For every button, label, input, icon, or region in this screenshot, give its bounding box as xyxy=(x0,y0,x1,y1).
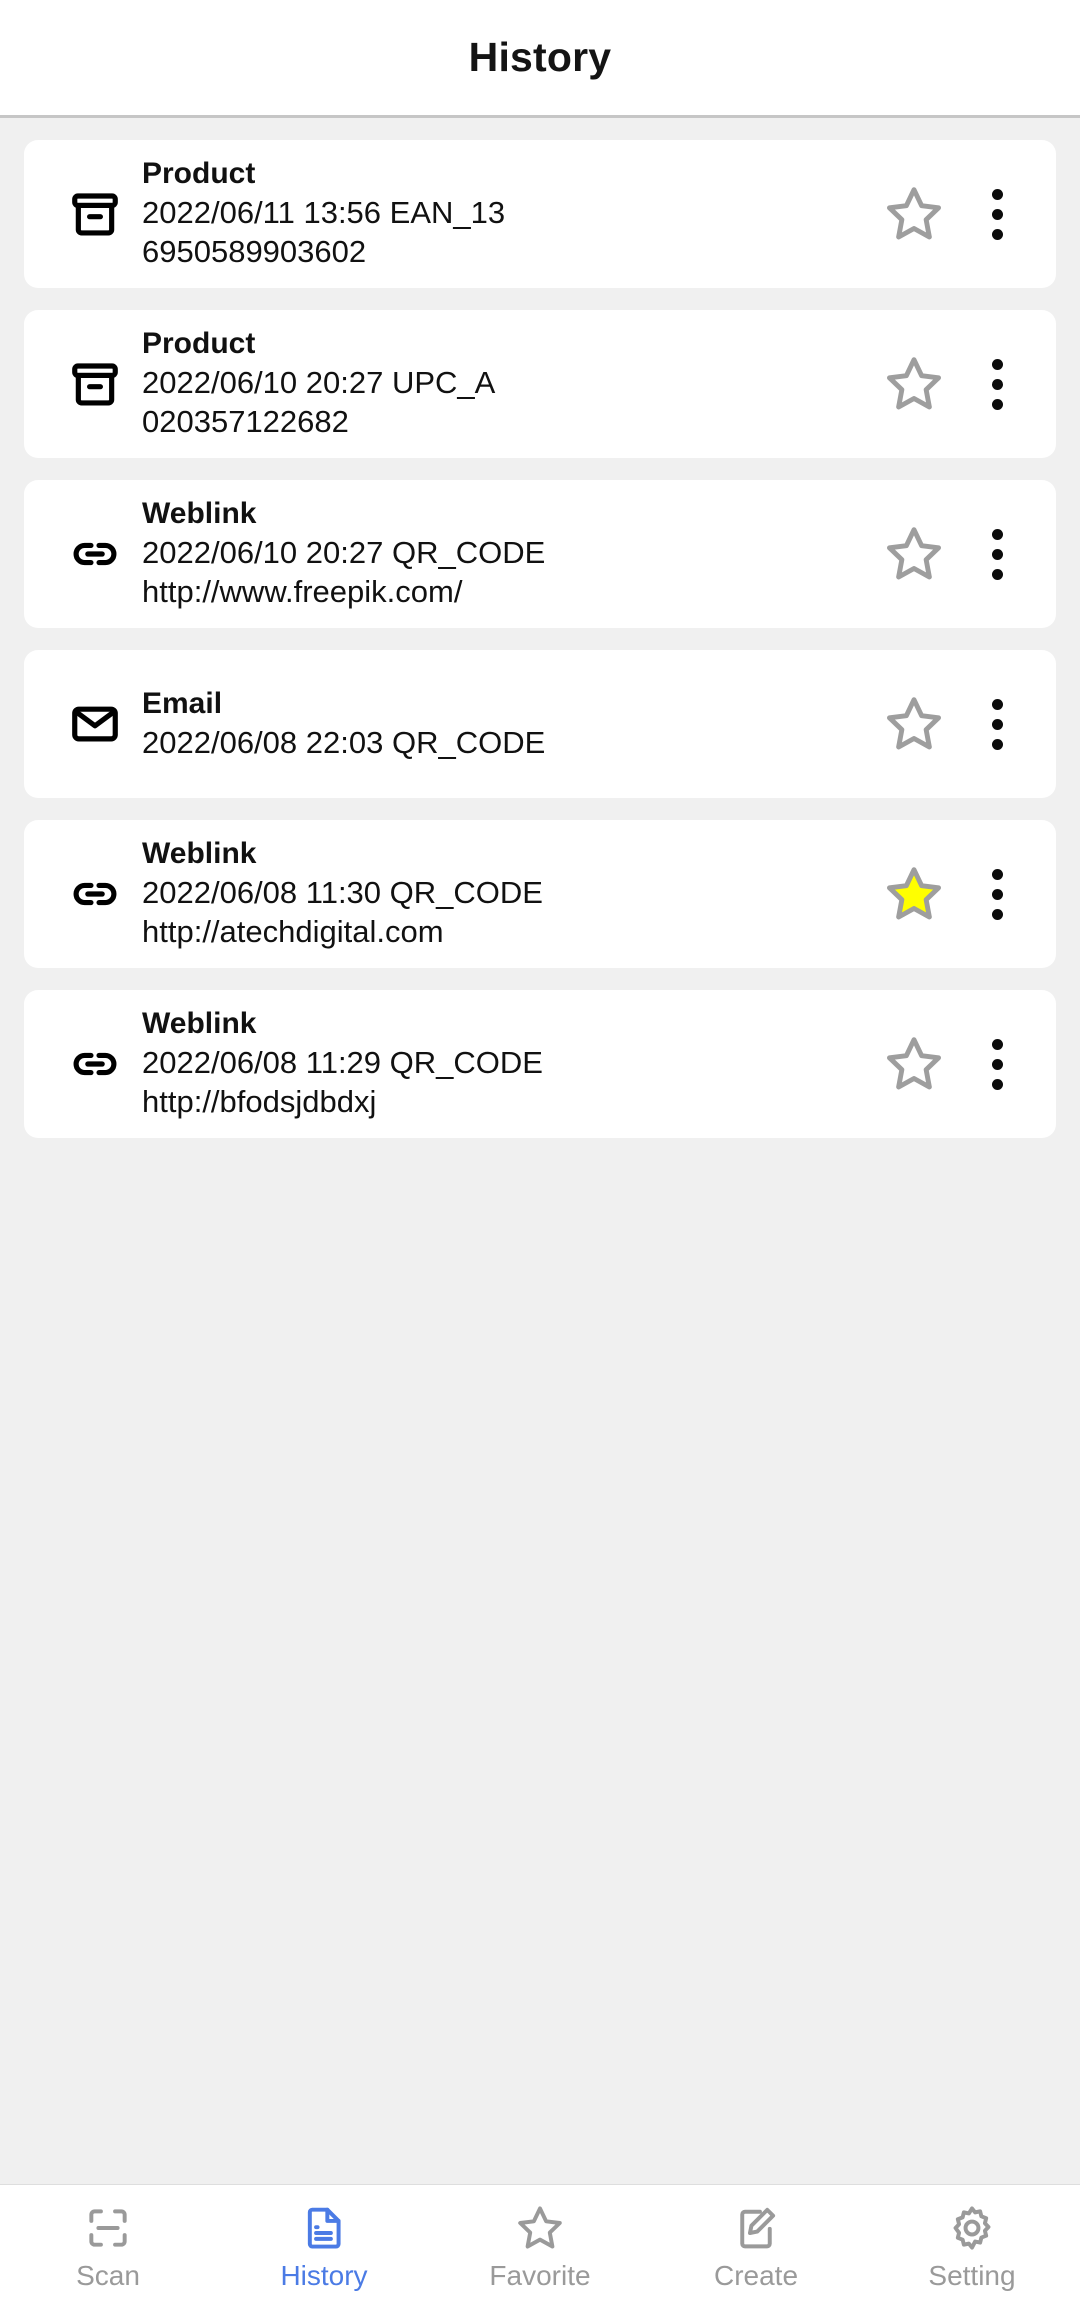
envelope-icon xyxy=(52,697,138,751)
star-outline-icon[interactable] xyxy=(866,353,962,415)
star-outline-icon[interactable] xyxy=(866,1033,962,1095)
more-vertical-icon[interactable] xyxy=(962,1038,1032,1090)
history-list: Product 2022/06/11 13:56 EAN_13 69505899… xyxy=(0,118,1080,2184)
more-vertical-icon[interactable] xyxy=(962,528,1032,580)
item-content: 020357122682 xyxy=(142,404,349,440)
nav-label: Setting xyxy=(928,2259,1016,2291)
document-icon xyxy=(299,2202,349,2254)
history-list-item[interactable]: Product 2022/06/10 20:27 UPC_A 020357122… xyxy=(24,310,1056,458)
history-list-item[interactable]: Email 2022/06/08 22:03 QR_CODE xyxy=(24,650,1056,798)
history-list-item[interactable]: Product 2022/06/11 13:56 EAN_13 69505899… xyxy=(24,140,1056,288)
item-type: Email xyxy=(142,686,223,720)
bottom-navigation: Scan History Favorite Create Setting xyxy=(0,2184,1080,2312)
history-list-item[interactable]: Weblink 2022/06/08 11:30 QR_CODE http://… xyxy=(24,820,1056,968)
item-meta: 2022/06/11 13:56 EAN_13 xyxy=(142,194,506,230)
item-meta: 2022/06/08 11:29 QR_CODE xyxy=(142,1044,543,1080)
star-outline-icon[interactable] xyxy=(866,693,962,755)
item-text-block: Product 2022/06/10 20:27 UPC_A 020357122… xyxy=(138,311,866,457)
item-content: http://www.freepik.com/ xyxy=(142,574,463,610)
link-icon xyxy=(52,867,138,921)
nav-label: History xyxy=(280,2259,368,2291)
scan-frame-icon xyxy=(83,2202,133,2254)
nav-item-history[interactable]: History xyxy=(216,2185,432,2312)
gear-icon xyxy=(947,2202,997,2254)
nav-item-scan[interactable]: Scan xyxy=(0,2185,216,2312)
star-outline-icon[interactable] xyxy=(866,523,962,585)
nav-label: Scan xyxy=(76,2259,140,2291)
item-text-block: Email 2022/06/08 22:03 QR_CODE xyxy=(138,671,866,777)
item-type: Product xyxy=(142,157,256,191)
box-icon xyxy=(52,187,138,241)
nav-item-create[interactable]: Create xyxy=(648,2185,864,2312)
nav-label: Create xyxy=(713,2259,799,2291)
more-vertical-icon[interactable] xyxy=(962,868,1032,920)
link-icon xyxy=(52,1037,138,1091)
item-type: Product xyxy=(142,327,256,361)
item-content: 6950589903602 xyxy=(142,234,367,270)
app-root: History Product 2022/06/11 13:56 EAN_13 … xyxy=(0,0,1080,2312)
app-header: History xyxy=(0,0,1080,118)
box-icon xyxy=(52,357,138,411)
nav-item-setting[interactable]: Setting xyxy=(864,2185,1080,2312)
item-text-block: Weblink 2022/06/10 20:27 QR_CODE http://… xyxy=(138,481,866,627)
item-meta: 2022/06/08 11:30 QR_CODE xyxy=(142,874,543,910)
item-meta: 2022/06/10 20:27 QR_CODE xyxy=(142,534,546,570)
more-vertical-icon[interactable] xyxy=(962,698,1032,750)
star-outline-icon[interactable] xyxy=(866,183,962,245)
item-type: Weblink xyxy=(142,1007,257,1041)
item-text-block: Weblink 2022/06/08 11:30 QR_CODE http://… xyxy=(138,821,866,967)
history-list-item[interactable]: Weblink 2022/06/08 11:29 QR_CODE http://… xyxy=(24,990,1056,1138)
item-meta: 2022/06/10 20:27 UPC_A xyxy=(142,364,496,400)
nav-item-favorite[interactable]: Favorite xyxy=(432,2185,648,2312)
star-filled-icon[interactable] xyxy=(866,863,962,925)
item-text-block: Product 2022/06/11 13:56 EAN_13 69505899… xyxy=(138,141,866,287)
history-list-item[interactable]: Weblink 2022/06/10 20:27 QR_CODE http://… xyxy=(24,480,1056,628)
item-text-block: Weblink 2022/06/08 11:29 QR_CODE http://… xyxy=(138,991,866,1137)
nav-label: Favorite xyxy=(489,2259,591,2291)
item-content: http://bfodsjdbdxj xyxy=(142,1084,377,1120)
item-content: http://atechdigital.com xyxy=(142,914,444,950)
link-icon xyxy=(52,527,138,581)
star-outline-icon xyxy=(515,2202,565,2254)
item-type: Weblink xyxy=(142,837,257,871)
more-vertical-icon[interactable] xyxy=(962,188,1032,240)
page-title: History xyxy=(468,34,612,80)
more-vertical-icon[interactable] xyxy=(962,358,1032,410)
item-meta: 2022/06/08 22:03 QR_CODE xyxy=(142,724,546,760)
edit-pencil-icon xyxy=(731,2202,781,2254)
item-type: Weblink xyxy=(142,497,257,531)
